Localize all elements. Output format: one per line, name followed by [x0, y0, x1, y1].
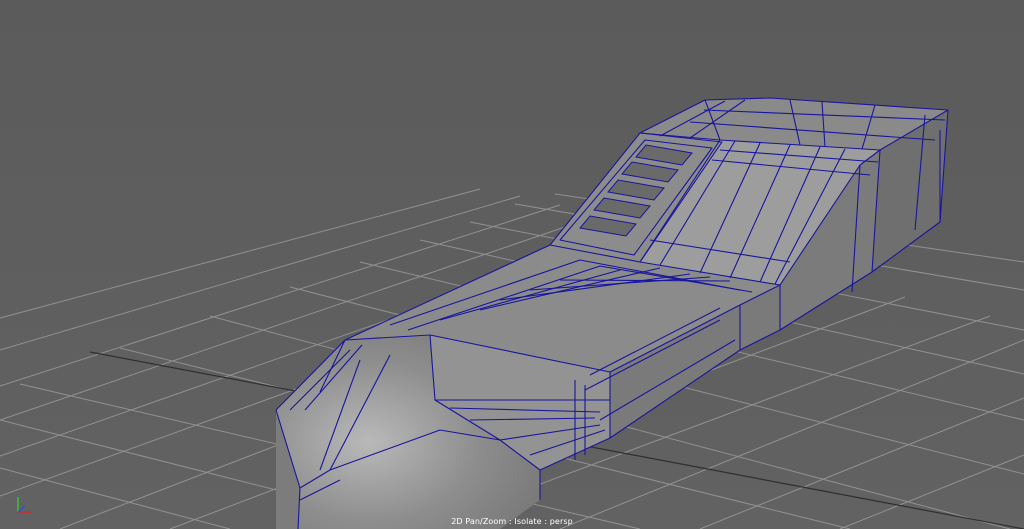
viewport-status-label: 2D Pan/Zoom : Isolate : persp: [451, 517, 573, 526]
axis-gizmo-icon: [17, 497, 32, 513]
z-axis-icon: [17, 505, 26, 513]
3d-viewport[interactable]: 2D Pan/Zoom : Isolate : persp: [0, 0, 1024, 529]
perspective-scene[interactable]: [0, 0, 1024, 529]
spaceship-mesh[interactable]: [275, 97, 949, 529]
